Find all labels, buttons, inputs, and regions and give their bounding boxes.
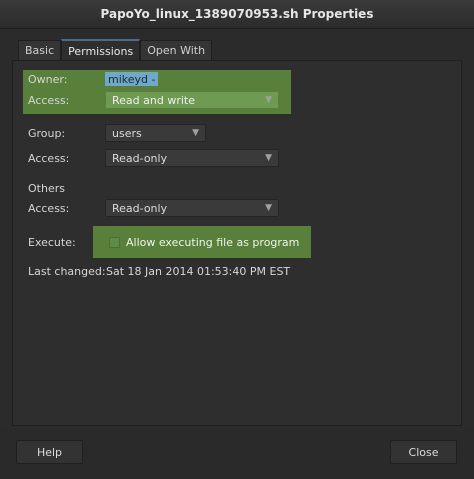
others-access-combo[interactable]: Read-only ▼	[105, 199, 279, 217]
chevron-down-icon: ▼	[265, 153, 272, 163]
execute-checkbox-label[interactable]: Allow executing file as program	[126, 236, 299, 249]
owner-access-combo[interactable]: Read and write ▼	[105, 91, 279, 109]
group-combo[interactable]: users ▼	[105, 124, 206, 142]
tab-open-with[interactable]: Open With	[140, 40, 213, 60]
owner-access-value: Read and write	[112, 93, 195, 107]
chevron-down-icon: ▼	[265, 95, 272, 105]
tab-basic[interactable]: Basic	[18, 40, 62, 60]
help-button[interactable]: Help	[16, 440, 83, 464]
execute-label: Execute:	[28, 236, 76, 249]
owner-access-label: Access:	[28, 94, 70, 107]
close-button[interactable]: Close	[390, 440, 457, 464]
chevron-down-icon: ▼	[192, 128, 199, 138]
last-changed-label: Last changed:	[28, 265, 106, 278]
window-title: PapoYo_linux_1389070953.sh Properties	[100, 7, 374, 21]
others-access-label: Access:	[28, 202, 70, 215]
group-access-combo[interactable]: Read-only ▼	[105, 149, 279, 167]
group-access-value: Read-only	[112, 151, 168, 165]
window-titlebar[interactable]: PapoYo_linux_1389070953.sh Properties	[0, 0, 474, 29]
others-label: Others	[28, 182, 65, 195]
tab-bar: Basic Permissions Open With	[18, 39, 213, 61]
group-label: Group:	[28, 127, 66, 140]
owner-value[interactable]: mikeyd -	[105, 72, 159, 86]
group-value: users	[112, 126, 142, 140]
execute-checkbox[interactable]	[109, 237, 120, 248]
others-access-value: Read-only	[112, 201, 168, 215]
chevron-down-icon: ▼	[265, 203, 272, 213]
owner-label: Owner:	[28, 73, 68, 86]
group-access-label: Access:	[28, 152, 70, 165]
last-changed-value: Sat 18 Jan 2014 01:53:40 PM EST	[106, 265, 291, 278]
tab-permissions[interactable]: Permissions	[61, 39, 141, 61]
